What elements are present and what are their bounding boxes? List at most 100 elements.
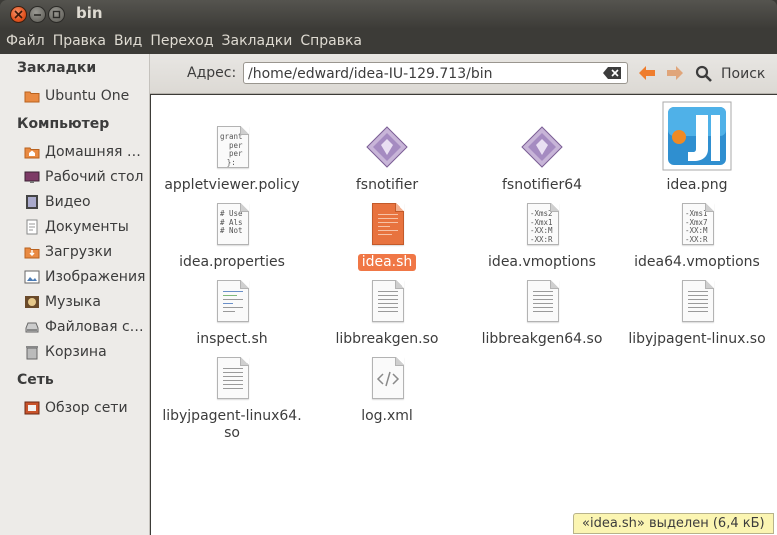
search-icon [695, 65, 712, 82]
documents-icon [24, 219, 40, 235]
menu-help[interactable]: Справка [300, 29, 370, 54]
menu-file[interactable]: Файл [6, 29, 53, 54]
menu-go[interactable]: Переход [150, 29, 221, 54]
image-file-icon [662, 101, 732, 171]
file-name: fsnotifier [355, 177, 419, 193]
file-name: libbreakgen.so [335, 331, 439, 347]
file-icon-view[interactable]: grant per per }: appletviewer.policy fsn… [151, 95, 777, 535]
file-name: idea.properties [179, 254, 285, 270]
search-button[interactable]: Поиск [695, 63, 765, 85]
sidebar-item-home[interactable]: Домашняя … [24, 141, 148, 163]
file-item[interactable]: libbreakgen.so [312, 277, 462, 348]
executable-icon [518, 123, 566, 171]
clear-address-button[interactable] [602, 66, 622, 80]
sidebar-item-desktop[interactable]: Рабочий стол [24, 166, 148, 188]
file-item[interactable]: -Xms1 -Xmx7 -XX:M -XX:R idea64.vmoptions [622, 200, 772, 271]
file-name: libyjpagent-linux64. so [162, 408, 302, 441]
file-name: idea.png [666, 177, 728, 193]
file-preview-text: # Use # Als # Not [220, 209, 243, 235]
address-label: Адрес: [187, 65, 237, 81]
file-name: inspect.sh [196, 331, 268, 347]
file-name: appletviewer.policy [164, 177, 300, 193]
desktop-icon [24, 169, 40, 185]
sidebar-item-music[interactable]: Музыка [24, 291, 148, 313]
back-button[interactable] [637, 64, 657, 82]
location-toolbar: Адрес: Поиск [150, 54, 777, 94]
sidebar-item-videos[interactable]: Видео [24, 191, 148, 213]
file-item[interactable]: inspect.sh [157, 277, 307, 348]
executable-icon [363, 123, 411, 171]
script-file-icon [363, 200, 411, 248]
trash-icon [24, 344, 40, 360]
address-input[interactable] [243, 62, 628, 84]
file-item[interactable]: -Xms2 -Xmx1 -XX:M -XX:R idea.vmoptions [467, 200, 617, 271]
clear-icon [603, 67, 621, 79]
file-item[interactable]: libyjpagent-linux64. so [157, 354, 307, 442]
window-titlebar[interactable]: bin [0, 0, 777, 29]
sidebar-item-label: Музыка [45, 294, 101, 310]
file-item[interactable]: libbreakgen64.so [467, 277, 617, 348]
file-item[interactable]: libyjpagent-linux.so [622, 277, 772, 348]
sidebar-item-label: Корзина [45, 344, 107, 360]
arrow-left-icon [639, 66, 655, 80]
sidebar-item-label: Ubuntu One [45, 88, 130, 104]
menu-view[interactable]: Вид [114, 29, 150, 54]
sidebar-item-label: Домашняя … [45, 144, 141, 160]
library-file-icon [208, 354, 256, 402]
network-icon [24, 400, 40, 416]
sidebar-item-label: Файловая с… [45, 319, 144, 335]
sidebar-item-pictures[interactable]: Изображения [24, 266, 148, 288]
file-name: log.xml [361, 408, 413, 424]
close-window-button[interactable] [10, 6, 27, 23]
library-file-icon [673, 277, 721, 325]
file-name: fsnotifier64 [501, 177, 583, 193]
library-file-icon [363, 277, 411, 325]
places-sidebar: Закладки Ubuntu One Компьютер Домашняя …… [0, 54, 150, 535]
file-item[interactable]: fsnotifier [312, 123, 462, 194]
script-file-icon [208, 277, 256, 325]
downloads-icon [24, 244, 40, 260]
sidebar-item-filesystem[interactable]: Файловая с… [24, 316, 148, 338]
file-item[interactable]: idea.sh [312, 200, 462, 271]
sidebar-item-browse-network[interactable]: Обзор сети [24, 397, 148, 419]
folder-icon [24, 88, 40, 104]
close-icon [14, 10, 23, 19]
file-item[interactable]: # Use # Als # Not idea.properties [157, 200, 307, 271]
file-item[interactable]: grant per per }: appletviewer.policy [157, 123, 307, 194]
file-item[interactable]: fsnotifier64 [467, 123, 617, 194]
window-title: bin [76, 4, 103, 22]
sidebar-item-trash[interactable]: Корзина [24, 341, 148, 363]
file-name: idea.sh [357, 254, 417, 271]
sidebar-heading-computer: Компьютер [17, 116, 110, 132]
file-preview-text: -Xms1 -Xmx7 -XX:M -XX:R [685, 209, 708, 244]
sidebar-item-documents[interactable]: Документы [24, 216, 148, 238]
menu-bookmarks[interactable]: Закладки [222, 29, 301, 54]
xml-file-icon [363, 354, 411, 402]
text-file-icon: # Use # Als # Not [208, 200, 256, 248]
menu-edit[interactable]: Правка [53, 29, 114, 54]
sidebar-item-label: Видео [45, 194, 91, 210]
maximize-icon [52, 10, 61, 19]
minimize-window-button[interactable] [29, 6, 46, 23]
sidebar-heading-bookmarks: Закладки [17, 60, 97, 76]
sidebar-item-downloads[interactable]: Загрузки [24, 241, 148, 263]
sidebar-heading-network: Сеть [17, 372, 54, 388]
file-name: libyjpagent-linux.so [628, 331, 766, 347]
text-file-icon: -Xms1 -Xmx7 -XX:M -XX:R [673, 200, 721, 248]
sidebar-item-label: Загрузки [45, 244, 113, 260]
file-preview-text: -Xms2 -Xmx1 -XX:M -XX:R [530, 209, 553, 244]
file-item[interactable]: idea.png [622, 101, 772, 194]
forward-button[interactable] [665, 64, 685, 82]
home-folder-icon [24, 144, 40, 160]
sidebar-item-label: Обзор сети [45, 400, 128, 416]
maximize-window-button[interactable] [48, 6, 65, 23]
file-name: idea64.vmoptions [634, 254, 760, 270]
sidebar-item-label: Рабочий стол [45, 169, 144, 185]
video-icon [24, 194, 40, 210]
file-name: libbreakgen64.so [481, 331, 603, 347]
library-file-icon [518, 277, 566, 325]
sidebar-item-ubuntu-one[interactable]: Ubuntu One [24, 85, 148, 107]
status-message: «idea.sh» выделен (6,4 кБ) [573, 513, 774, 534]
file-item[interactable]: log.xml [312, 354, 462, 425]
arrow-right-icon [667, 66, 683, 80]
